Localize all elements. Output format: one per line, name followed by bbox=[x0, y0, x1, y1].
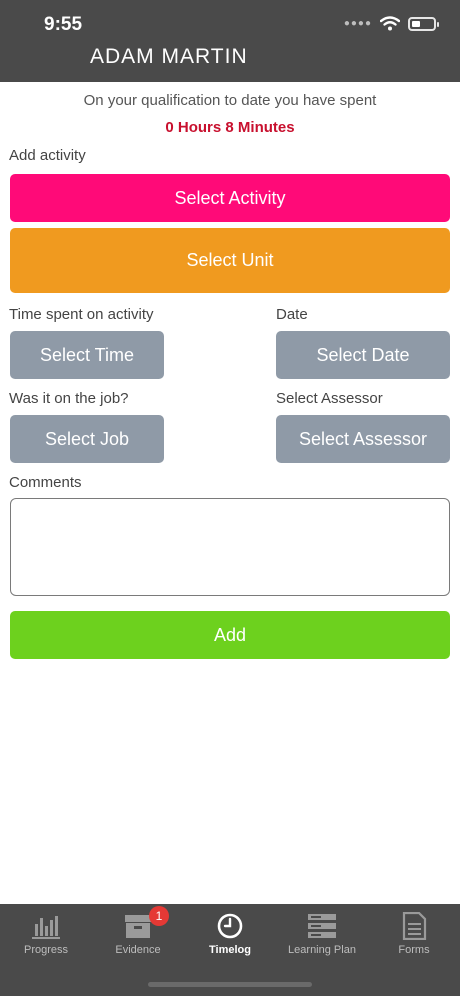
date-label: Date bbox=[276, 306, 308, 323]
tab-label: Evidence bbox=[115, 944, 161, 956]
comments-label: Comments bbox=[9, 474, 82, 491]
select-assessor-button[interactable]: Select Assessor bbox=[276, 415, 450, 463]
tab-timelog[interactable]: Timelog bbox=[184, 904, 276, 974]
document-icon bbox=[397, 911, 431, 941]
battery-icon bbox=[408, 16, 439, 31]
list-stack-icon bbox=[305, 912, 339, 940]
status-icons: ●●●● bbox=[343, 16, 439, 31]
status-time: 9:55 bbox=[44, 14, 83, 35]
archive-box-icon: 1 bbox=[121, 906, 169, 940]
on-the-job-label: Was it on the job? bbox=[9, 390, 129, 407]
tab-label: Forms bbox=[398, 944, 430, 956]
time-spent-label: Time spent on activity bbox=[9, 306, 154, 323]
total-time-spent: 0 Hours 8 Minutes bbox=[165, 119, 295, 136]
bar-chart-icon bbox=[29, 912, 63, 940]
summary-text: On your qualification to date you have s… bbox=[83, 92, 377, 109]
add-activity-label: Add activity bbox=[9, 147, 86, 164]
evidence-badge: 1 bbox=[149, 906, 169, 926]
tab-label: Learning Plan bbox=[288, 944, 356, 956]
tab-label: Timelog bbox=[209, 944, 251, 956]
select-unit-button[interactable]: Select Unit bbox=[10, 228, 450, 293]
select-time-button[interactable]: Select Time bbox=[10, 331, 164, 379]
clock-icon bbox=[213, 912, 247, 940]
tab-label: Progress bbox=[23, 944, 69, 956]
app-header: 9:55 ●●●● ADAM MARTIN bbox=[0, 0, 460, 82]
tab-progress[interactable]: Progress bbox=[0, 904, 92, 974]
tab-evidence[interactable]: 1 Evidence bbox=[92, 904, 184, 974]
wifi-icon bbox=[380, 16, 400, 31]
comments-input[interactable] bbox=[10, 498, 450, 596]
select-activity-button[interactable]: Select Activity bbox=[10, 174, 450, 222]
select-date-button[interactable]: Select Date bbox=[276, 331, 450, 379]
select-assessor-label: Select Assessor bbox=[276, 390, 383, 407]
page-title: ADAM MARTIN bbox=[90, 45, 248, 68]
tab-learning-plan[interactable]: Learning Plan bbox=[276, 904, 368, 974]
signal-icon: ●●●● bbox=[343, 18, 372, 29]
tab-forms[interactable]: Forms bbox=[368, 904, 460, 974]
add-button[interactable]: Add bbox=[10, 611, 450, 659]
tab-bar: Progress 1 Evidence Timelog Learning Pla… bbox=[0, 904, 460, 996]
select-job-button[interactable]: Select Job bbox=[10, 415, 164, 463]
home-indicator[interactable] bbox=[148, 982, 312, 987]
